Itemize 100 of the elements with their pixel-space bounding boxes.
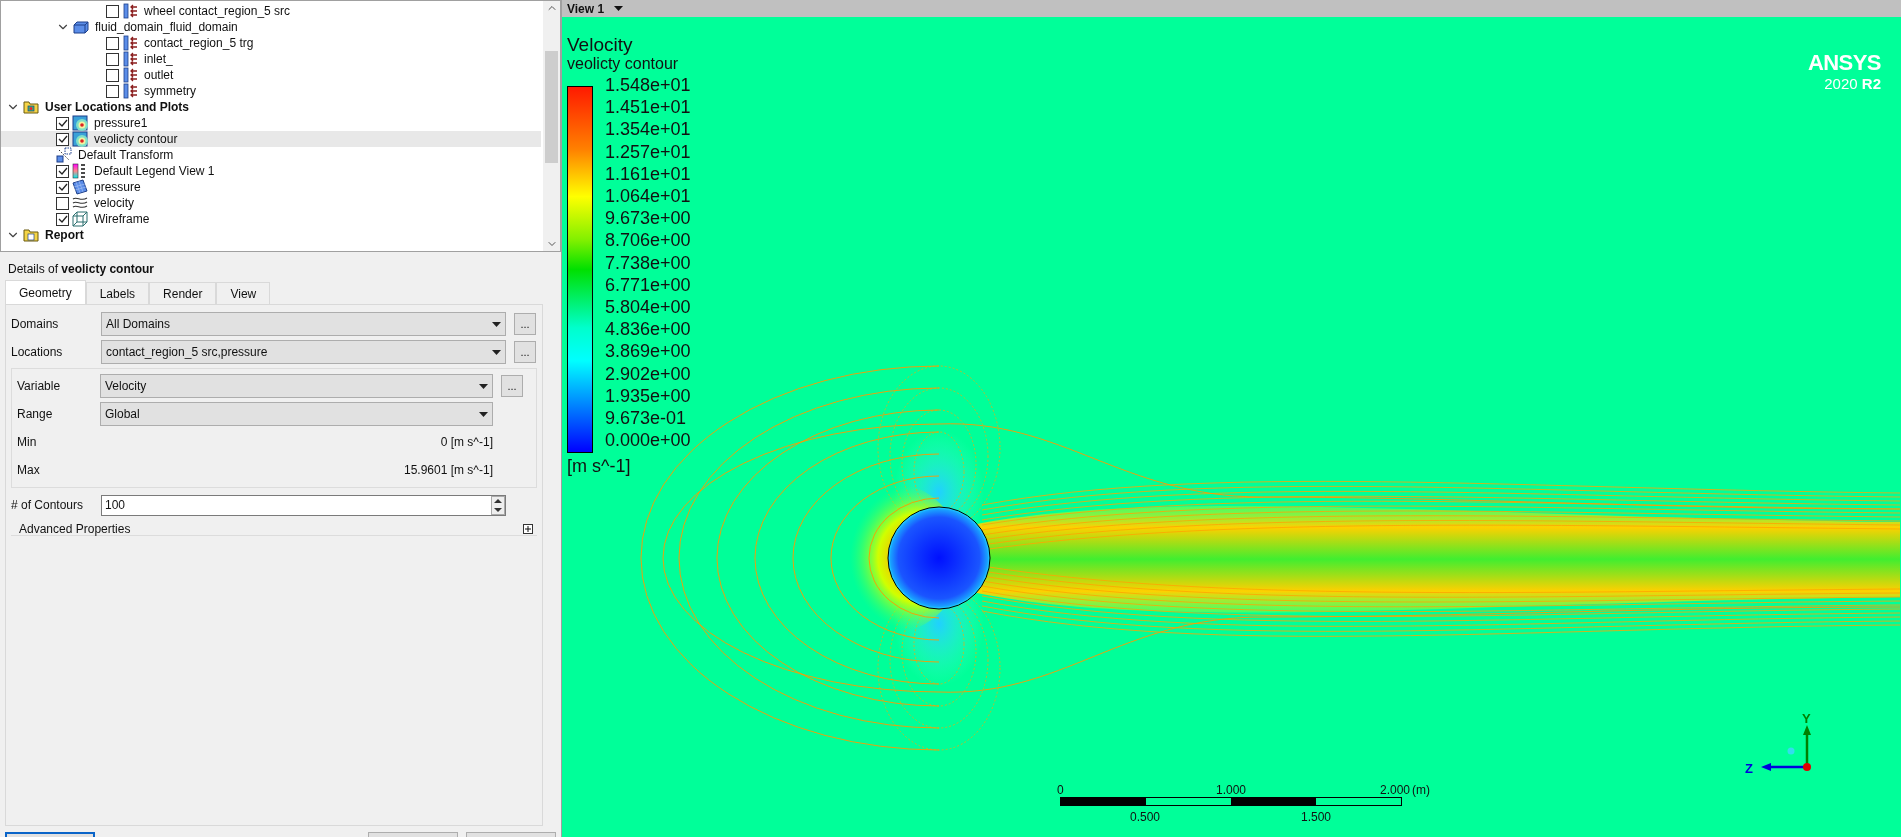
tree-item[interactable]: symmetry (1, 83, 541, 99)
checkbox[interactable] (106, 4, 119, 18)
field-label: Locations (11, 344, 64, 361)
legend-value: 3.869e+00 (605, 340, 691, 363)
legend-title: Velocity (567, 35, 634, 55)
dropdown[interactable]: Velocity (100, 374, 493, 398)
boundary-arrows-icon (122, 3, 138, 19)
scrollbar-thumb[interactable] (545, 51, 558, 163)
dropdown[interactable]: All Domains (101, 312, 506, 336)
boundary-arrows-icon (122, 83, 138, 99)
caret-icon[interactable] (614, 6, 624, 11)
tree-item[interactable]: Default Transform (1, 147, 541, 163)
tree-item[interactable]: inlet_ (1, 51, 541, 67)
tab[interactable]: View (216, 282, 271, 304)
transform-icon (56, 147, 72, 163)
tab[interactable]: Geometry (5, 280, 86, 304)
tree-item[interactable]: pressure (1, 179, 541, 195)
checkmark-icon (57, 134, 68, 144)
tree-item[interactable]: Wireframe (1, 211, 541, 227)
legend-value: 9.673e-01 (605, 407, 688, 430)
streamline-icon (72, 195, 88, 211)
legend-value: 8.706e+00 (605, 229, 691, 252)
tree-item-label: veolicty contour (94, 131, 178, 148)
checkbox[interactable] (106, 36, 119, 50)
legend-units: [m s^-1] (567, 455, 632, 477)
scrollbar[interactable] (543, 1, 560, 251)
field-label: Range (17, 406, 54, 423)
checkbox[interactable] (56, 116, 69, 130)
field-label: Max (17, 462, 41, 479)
advanced-properties-section[interactable]: Advanced Properties (11, 522, 537, 536)
tree-item[interactable]: pressure1 (1, 115, 541, 131)
checkmark-icon (57, 118, 68, 128)
tree-item[interactable]: fluid_domain_fluid_domain (1, 19, 541, 35)
tree-item-label: pressure1 (94, 115, 148, 132)
caret-icon (479, 383, 488, 389)
legend-value: 1.548e+01 (605, 74, 691, 97)
tree-item-label: Wireframe (94, 211, 150, 228)
scale-label: 2.000 (1379, 782, 1410, 799)
scale-unit: (m) (1412, 782, 1430, 799)
tab[interactable]: Render (149, 282, 217, 304)
legend-value: 4.836e+00 (605, 318, 691, 341)
tree-item[interactable]: Default Legend View 1 (1, 163, 541, 179)
tree-item[interactable]: User Locations and Plots (1, 99, 541, 115)
tree-item-label: User Locations and Plots (45, 99, 190, 116)
field-label: Variable (17, 378, 62, 395)
tree-item-label: velocity (94, 195, 134, 212)
scale-label: 0.500 (1130, 809, 1160, 826)
checkbox[interactable] (56, 180, 69, 194)
tree-item-label: inlet_ (144, 51, 173, 68)
legend-value: 2.902e+00 (605, 362, 691, 385)
checkbox[interactable] (56, 196, 69, 210)
tree-item[interactable]: contact_region_5 trg (1, 35, 541, 51)
folder-icon (23, 227, 39, 243)
tree-item-label: Report (45, 227, 84, 244)
field-value: 15.9601 [m s^-1] (403, 462, 493, 479)
dialog-button[interactable] (5, 832, 95, 837)
field-label: # of Contours (11, 497, 85, 514)
tree-item-label: Default Transform (78, 147, 174, 164)
scale-label: 0 (1057, 782, 1064, 799)
boundary-arrows-icon (122, 35, 138, 51)
tab[interactable]: Labels (85, 282, 150, 304)
tree-item[interactable]: wheel contact_region_5 src (1, 3, 541, 19)
expand-icon[interactable] (523, 523, 533, 534)
legend-value: 1.257e+01 (605, 140, 691, 163)
tree-item[interactable]: outlet (1, 67, 541, 83)
checkmark-icon (57, 166, 68, 176)
view-title[interactable]: View 1 (567, 0, 605, 18)
checkbox[interactable] (106, 68, 119, 82)
boundary-arrows-icon (122, 67, 138, 83)
checkbox[interactable] (56, 132, 69, 146)
legend-subtitle: veolicty contour (567, 55, 680, 73)
dropdown[interactable]: Global (100, 402, 493, 426)
field-label: Domains (11, 316, 60, 333)
legend-icon (72, 163, 88, 179)
checkbox[interactable] (56, 212, 69, 226)
checkbox[interactable] (106, 52, 119, 66)
legend-value: 1.935e+00 (605, 384, 691, 408)
checkbox[interactable] (56, 164, 69, 178)
scale-label: 1.000 (1216, 782, 1246, 799)
legend-value: 0.000e+00 (605, 429, 691, 452)
dropdown[interactable]: contact_region_5 src,pressure (101, 340, 506, 364)
browse-button[interactable]: ... (501, 375, 523, 397)
spinner-arrows-icon[interactable] (491, 495, 505, 515)
legend-value: 1.451e+01 (605, 96, 691, 119)
tree-item[interactable]: velocity (1, 195, 541, 211)
tree-item[interactable]: Report (1, 227, 541, 243)
checkmark-icon (57, 182, 68, 192)
browse-button[interactable]: ... (514, 341, 536, 363)
tree-item-label: symmetry (144, 83, 196, 100)
cube-icon (73, 19, 89, 35)
browse-button[interactable]: ... (514, 313, 536, 335)
checkmark-icon (57, 214, 68, 224)
folder-icon (23, 99, 39, 115)
contour-icon (72, 115, 88, 131)
caret-icon (492, 321, 501, 327)
axis-label: Z (1745, 760, 1753, 778)
contours-spinbox[interactable]: 100 (101, 494, 506, 516)
tree-item[interactable]: veolicty contour (1, 131, 541, 147)
tree-item-label: contact_region_5 trg (144, 35, 254, 52)
checkbox[interactable] (106, 84, 119, 98)
